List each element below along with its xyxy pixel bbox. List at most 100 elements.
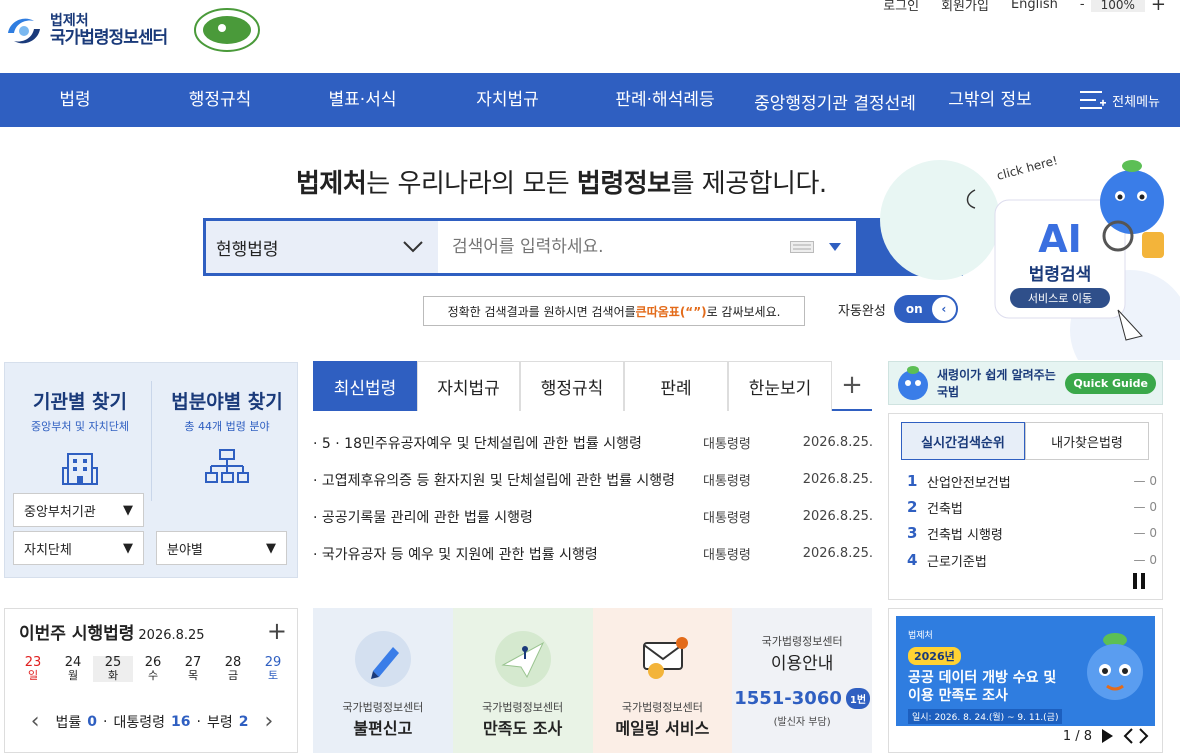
play-icon[interactable] — [1100, 728, 1114, 744]
hamburger-icon — [1080, 91, 1107, 109]
utility-bar: 로그인 회원가입 English - 100% + — [883, 0, 1166, 15]
headline-strong-info: 법령정보 — [576, 169, 671, 199]
survey-card[interactable]: 국가법령정보센터 만족도 조사 — [452, 608, 593, 753]
ai-mascot-illustration-icon: click here! AI 법령검색 서비스로 이동 — [880, 153, 1180, 390]
day-thu[interactable]: 27 목 — [173, 655, 213, 682]
virtual-keyboard-icon[interactable] — [790, 241, 814, 253]
pause-icon[interactable] — [1132, 572, 1146, 590]
list-item[interactable]: 4 근로기준법 — 0 — [907, 547, 1157, 573]
rank-change: — 0 — [1133, 526, 1157, 540]
service-cards: 국가법령정보센터 불편신고 국가법령정보센터 만족도 조사 국가법령정보센터 메… — [313, 608, 872, 753]
rank-law-name: 근로기준법 — [927, 554, 987, 570]
quick-guide-banner[interactable]: 새령이가 쉽게 알려주는 국법 Quick Guide — [888, 361, 1163, 405]
caret-down-icon[interactable] — [828, 242, 842, 252]
search-scope-value: 현행법령 — [216, 239, 279, 260]
search-tip-quotes: 큰따옴표(“”) — [635, 304, 707, 319]
ministry-count: 2 — [238, 713, 249, 730]
central-agency-select[interactable]: 중앙부처기관 ▼ — [13, 493, 144, 527]
law-field-value: 분야별 — [167, 542, 203, 558]
zoom-out-button[interactable]: - — [1080, 0, 1085, 12]
prev-next-arrows-icon[interactable] — [1122, 727, 1150, 745]
mail-icon — [643, 637, 689, 679]
list-item[interactable]: 2 건축법 — 0 — [907, 494, 1157, 520]
find-by-field[interactable]: 법분야별 찾기 총 44개 법령 분야 — [155, 387, 299, 492]
nav-item-law[interactable]: 법령 — [20, 73, 130, 127]
week-date: 2026.8.25 — [138, 628, 205, 643]
guide-card[interactable]: 국가법령정보센터 이용안내 1551-3060 1번 (발신자 부담) — [732, 608, 872, 753]
day-mon[interactable]: 24 월 — [53, 655, 93, 682]
latest-law-list: · 5 · 18민주유공자예우 및 단체설립에 관한 법률 시행령 대통령령 2… — [313, 424, 873, 572]
tab-precedents[interactable]: 판례 — [624, 361, 728, 411]
find-by-org[interactable]: 기관별 찾기 중앙부처 및 자치단체 — [5, 387, 155, 492]
login-link[interactable]: 로그인 — [883, 0, 919, 14]
tab-latest-laws[interactable]: 최신법령 — [313, 361, 417, 411]
day-sat[interactable]: 29 토 — [253, 655, 293, 682]
tab-overview[interactable]: 한눈보기 — [728, 361, 832, 411]
rank-change: — 0 — [1133, 553, 1157, 567]
zoom-in-button[interactable]: + — [1151, 0, 1166, 15]
day-wed[interactable]: 26 수 — [133, 655, 173, 682]
logo-emblem-icon — [4, 11, 44, 51]
zoom-control: - 100% + — [1080, 0, 1166, 15]
nav-item-admin-rule[interactable]: 행정규칙 — [160, 73, 280, 127]
list-item[interactable]: 3 건축법 시행령 — 0 — [907, 520, 1157, 546]
ai-search-promo[interactable]: click here! AI 법령검색 서비스로 이동 — [880, 140, 1180, 390]
this-week-laws: 이번주 시행법령 2026.8.25 + 23 일 24 월 25 화 26 수 27 목 … — [4, 608, 298, 753]
main-nav: 법령 행정규칙 별표·서식 자치법규 판례·해석례등 중앙행정기관 결정선례 그… — [0, 73, 1180, 127]
day-fri[interactable]: 28 금 — [213, 655, 253, 682]
survey-banner[interactable]: 법제처 2026년 공공 데이터 개방 수요 및 이용 만족도 조사 일시: 2… — [896, 616, 1155, 726]
all-menu-button[interactable]: 전체메뉴 — [1080, 73, 1160, 127]
search-input[interactable] — [438, 221, 790, 273]
tabs-more-button[interactable]: + — [832, 361, 872, 409]
week-more-button[interactable]: + — [267, 617, 287, 645]
nav-item-tables-forms[interactable]: 별표·서식 — [300, 73, 425, 127]
nav-item-agency-decisions[interactable]: 중앙행정기관 결정선례 — [750, 73, 920, 127]
law-title: · 고엽제후유의증 등 환자지원 및 단체설립에 관한 법률 시행령 — [313, 472, 676, 489]
list-item[interactable]: · 고엽제후유의증 등 환자지원 및 단체설립에 관한 법률 시행령 대통령령 … — [313, 461, 873, 498]
page-headline: 법제처는 우리나라의 모든 법령정보를 제공합니다. — [296, 163, 827, 200]
list-item[interactable]: · 공공기록물 관리에 관한 법률 시행령 대통령령 2026.8.25. — [313, 498, 873, 535]
find-field-subtitle: 총 44개 법령 분야 — [184, 420, 270, 433]
find-field-title: 법분야별 찾기 — [171, 391, 283, 413]
ai-logo-text: AI — [1038, 217, 1082, 261]
local-gov-value: 자치단체 — [24, 542, 72, 558]
tab-admin-rules[interactable]: 행정규칙 — [520, 361, 624, 411]
banner-controls: 1 / 8 — [1063, 727, 1150, 745]
signup-link[interactable]: 회원가입 — [941, 0, 989, 14]
guide-org: 국가법령정보센터 — [761, 635, 843, 648]
site-logo[interactable]: 법제처 국가법령정보센터 — [4, 8, 194, 54]
tab-local-laws[interactable]: 자치법규 — [417, 361, 520, 411]
law-type: 대통령령 — [703, 548, 751, 563]
list-item[interactable]: · 국가유공자 등 예우 및 지원에 관한 법률 시행령 대통령령 2026.8… — [313, 535, 873, 572]
report-card[interactable]: 국가법령정보센터 불편신고 — [313, 608, 453, 753]
english-link[interactable]: English — [1011, 0, 1058, 12]
tab-my-laws[interactable]: 내가찾은법령 — [1025, 422, 1149, 460]
card-title: 만족도 조사 — [483, 719, 563, 738]
nav-item-local-laws[interactable]: 자치법규 — [445, 73, 570, 127]
rank-change: — 0 — [1133, 474, 1157, 488]
pen-icon — [354, 631, 411, 687]
chevron-left-icon[interactable]: ‹ — [31, 709, 40, 734]
search-rank-panel: 실시간검색순위 내가찾은법령 1 산업안전보건법 — 0 2 건축법 — 0 3… — [888, 413, 1163, 600]
ai-title-text: 법령검색 — [1029, 264, 1092, 285]
mailing-card[interactable]: 국가법령정보센터 메일링 서비스 — [592, 608, 733, 753]
law-field-select[interactable]: 분야별 ▼ — [156, 531, 287, 565]
law-date: 2026.8.25. — [802, 509, 873, 524]
nav-item-other-info[interactable]: 그밖의 정보 — [935, 73, 1045, 127]
search-tip-post: 로 감싸보세요. — [706, 304, 781, 319]
search-scope-select[interactable]: 현행법령 — [206, 221, 438, 273]
list-item[interactable]: · 5 · 18민주유공자예우 및 단체설립에 관한 법률 시행령 대통령령 2… — [313, 424, 873, 461]
tab-realtime-rank[interactable]: 실시간검색순위 — [901, 422, 1025, 460]
ai-service-button-text: 서비스로 이동 — [1028, 292, 1092, 305]
local-gov-select[interactable]: 자치단체 ▼ — [13, 531, 144, 565]
day-sun[interactable]: 23 일 — [13, 655, 53, 682]
list-item[interactable]: 1 산업안전보건법 — 0 — [907, 468, 1157, 494]
day-tue[interactable]: 25 화 — [93, 655, 133, 683]
chevron-right-icon[interactable]: › — [264, 709, 273, 734]
week-title: 이번주 시행법령 2026.8.25 — [19, 624, 205, 644]
search-tip-pre: 정확한 검색결과를 원하시면 검색어를 — [447, 304, 636, 319]
rank-law-name: 산업안전보건법 — [927, 475, 1011, 491]
guide-title: 이용안내 — [770, 654, 834, 674]
nav-item-precedents[interactable]: 판례·해석례등 — [595, 73, 735, 127]
central-agency-value: 중앙부처기관 — [24, 504, 96, 520]
